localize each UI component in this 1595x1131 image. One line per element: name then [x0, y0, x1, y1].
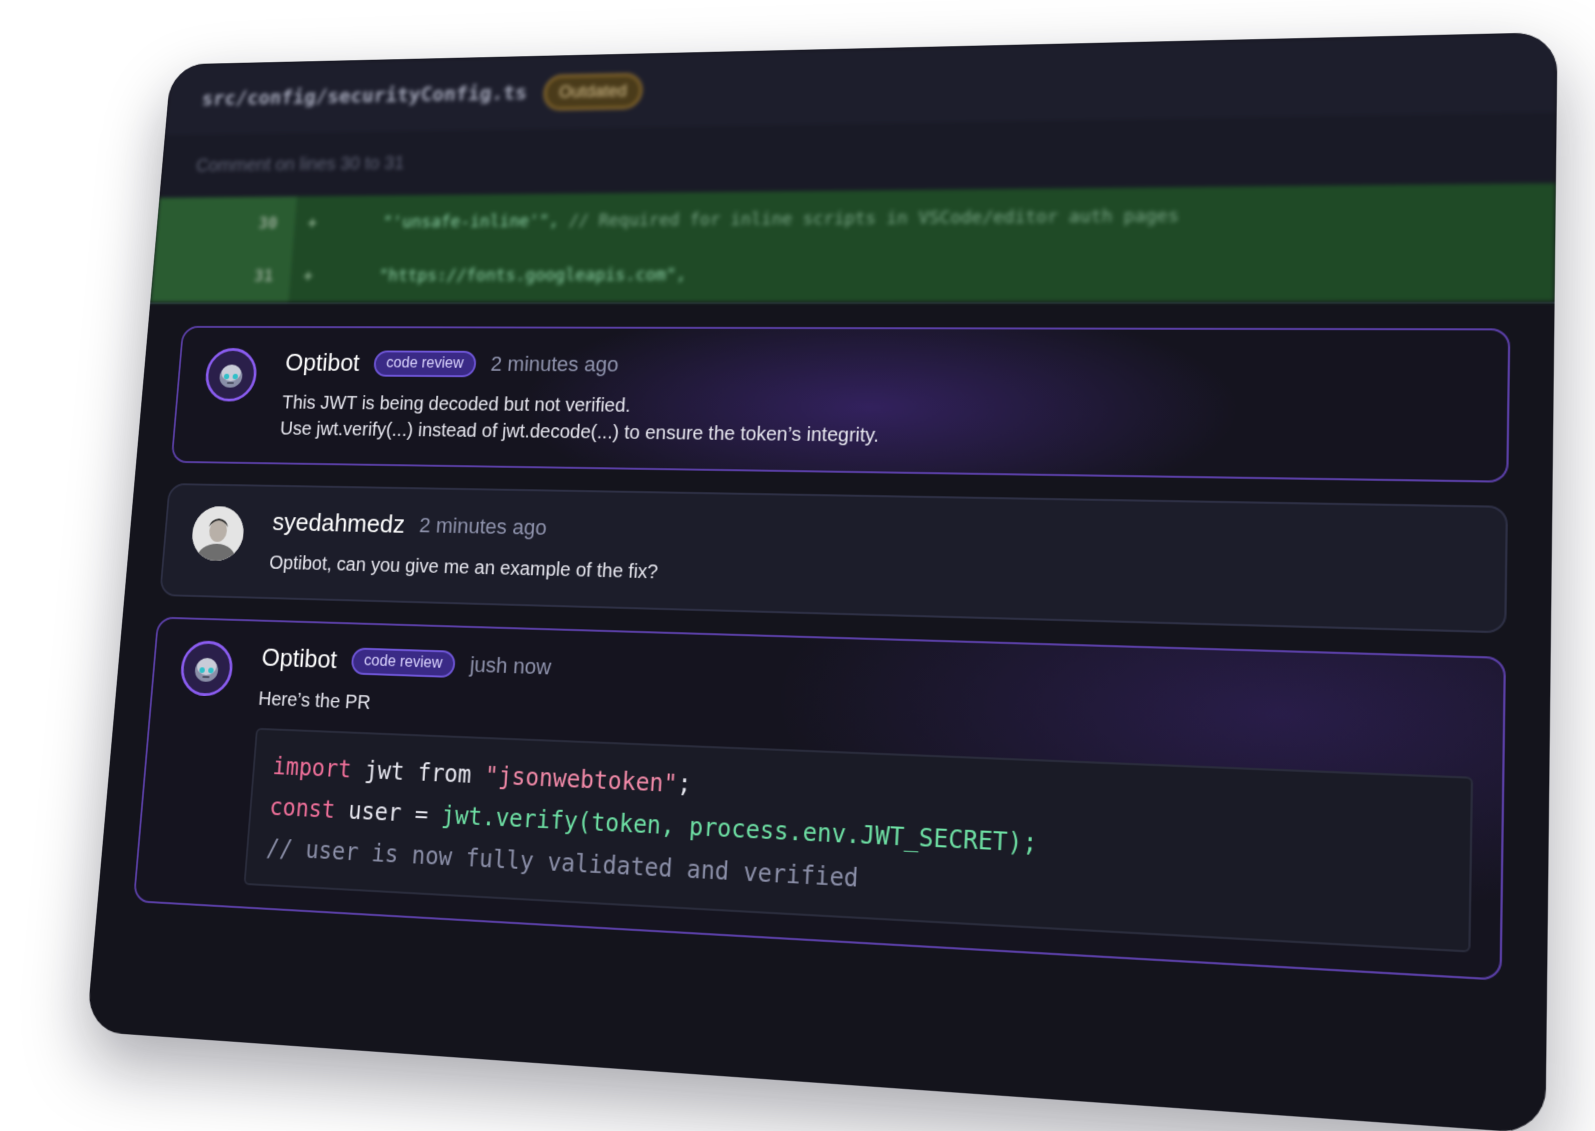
code-keyword: const — [268, 793, 337, 824]
added-marker: + — [306, 212, 318, 233]
comment-optibot: Optibot code review 2 minutes ago This J… — [170, 325, 1511, 483]
diff-code: "https://fonts.googleapis.com", — [325, 265, 687, 286]
code-keyword: import — [271, 752, 353, 784]
diff-section: src/config/securityConfig.ts Outdated Co… — [150, 32, 1558, 303]
diff-code-text: "https://fonts.googleapis.com", — [378, 264, 687, 286]
comment-user: syedahmedz 2 minutes ago Optibot, can yo… — [159, 483, 1509, 634]
line-number: 31 — [150, 249, 293, 303]
comment-header: Optibot code review 2 minutes ago — [284, 348, 1479, 385]
code-text: jwt from — [350, 756, 486, 790]
code-review-badge: code review — [350, 646, 457, 678]
author-name[interactable]: Optibot — [284, 348, 360, 377]
stage: src/config/securityConfig.ts Outdated Co… — [0, 0, 1595, 1131]
comment-body: This JWT is being decoded but not verifi… — [279, 390, 1479, 457]
file-path[interactable]: src/config/securityConfig.ts — [201, 81, 528, 110]
author-name[interactable]: Optibot — [261, 643, 338, 675]
outdated-badge: Outdated — [542, 72, 644, 111]
diff-code-text: "'unsafe-inline'", — [382, 210, 560, 232]
code-text: ; — [676, 769, 693, 799]
timestamp: jush now — [469, 651, 552, 679]
diff-code: "'unsafe-inline'", // Required for inlin… — [329, 205, 1179, 232]
added-marker: + — [302, 265, 314, 286]
author-name[interactable]: syedahmedz — [271, 507, 406, 539]
line-number: 30 — [154, 196, 298, 250]
code-string: "jsonwebtoken" — [483, 761, 679, 799]
robot-avatar-icon[interactable] — [203, 347, 259, 402]
timestamp: 2 minutes ago — [489, 351, 620, 376]
comment-optibot-reply: Optibot code review jush now Here’s the … — [132, 616, 1507, 981]
robot-avatar-icon[interactable] — [178, 640, 235, 697]
user-avatar[interactable] — [190, 505, 246, 562]
code-review-badge: code review — [372, 350, 478, 377]
diff-code-comment: // Required for inline scripts in VSCode… — [568, 205, 1180, 231]
review-thread-card: src/config/securityConfig.ts Outdated Co… — [86, 32, 1558, 1131]
code-text: user = — [334, 796, 443, 829]
code-snippet[interactable]: import jwt from "jsonwebtoken"; const us… — [243, 727, 1474, 953]
comment-thread: Optibot code review 2 minutes ago This J… — [98, 304, 1555, 984]
timestamp: 2 minutes ago — [418, 512, 548, 540]
diff-line: 31 + "https://fonts.googleapis.com", — [150, 242, 1556, 303]
